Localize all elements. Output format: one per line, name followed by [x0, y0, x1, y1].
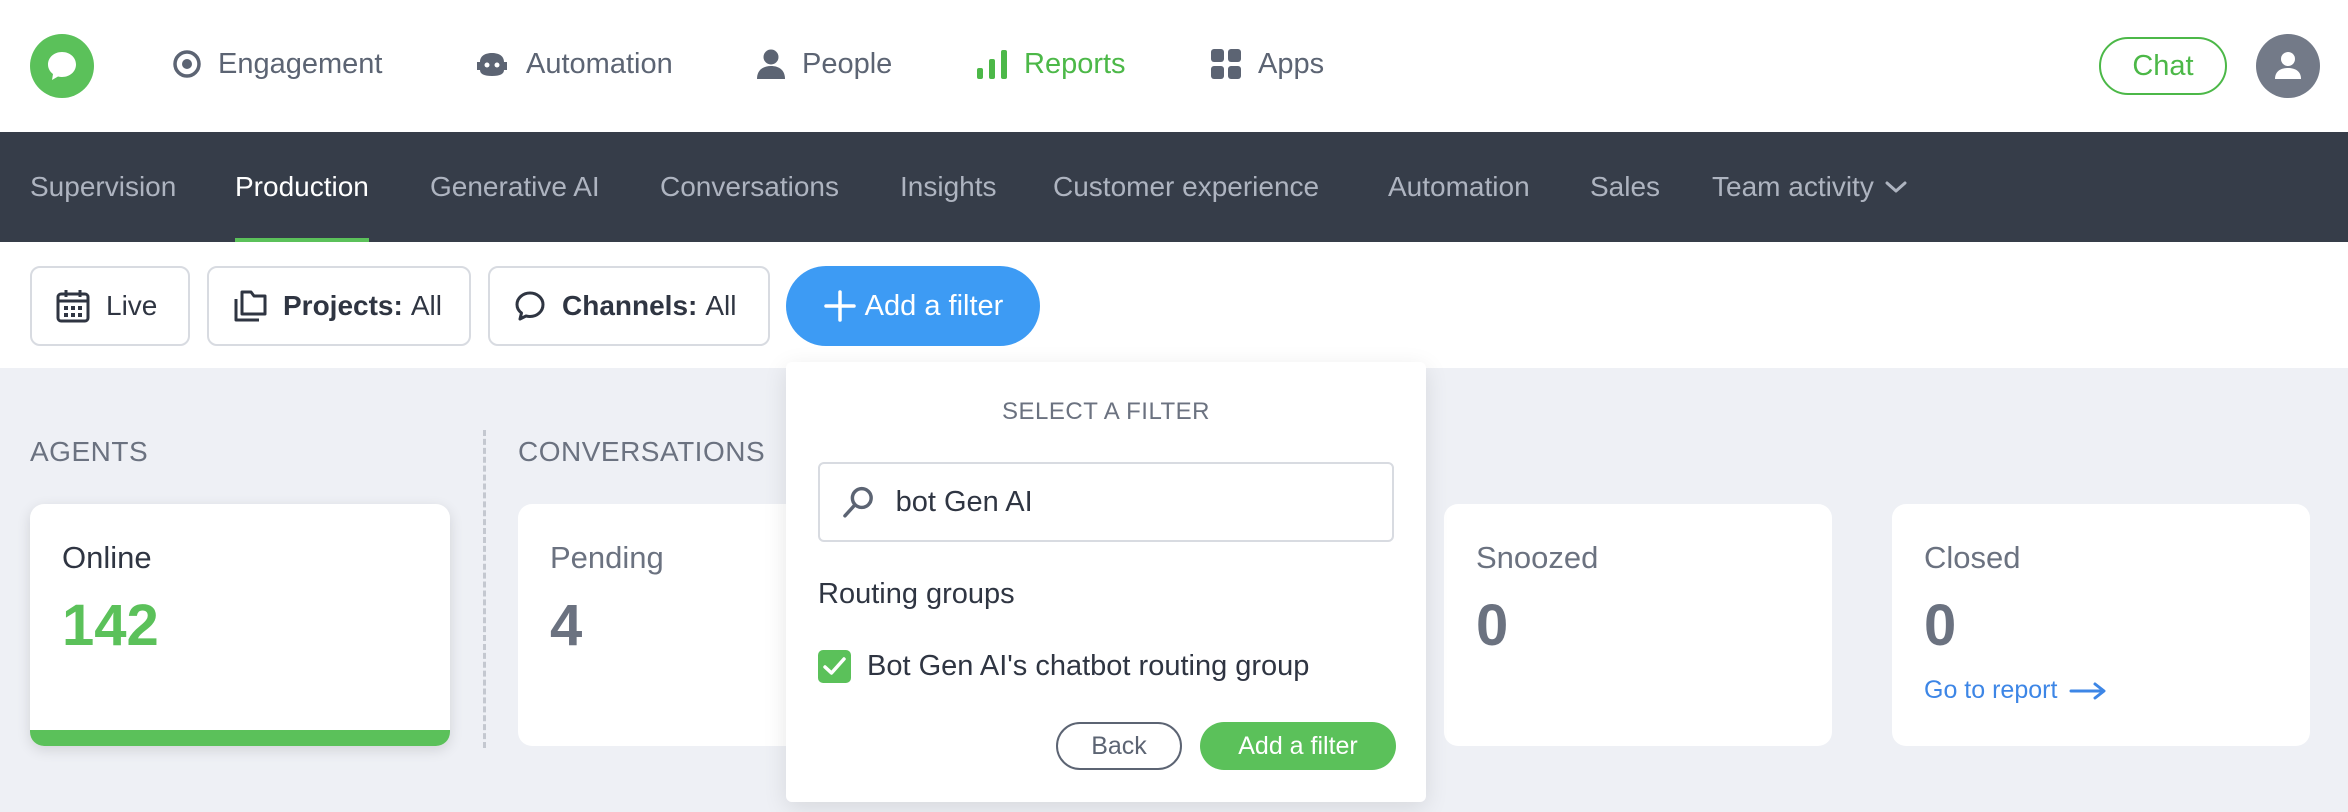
go-to-report-label: Go to report — [1924, 676, 2058, 704]
speech-bubble-icon — [515, 291, 545, 321]
plus-icon — [823, 290, 856, 322]
tab-customer-experience[interactable]: Customer experience — [1053, 132, 1319, 242]
nav-automation[interactable]: Automation — [474, 40, 673, 88]
channels-filter-key: Channels: — [562, 290, 698, 321]
filter-search-box[interactable] — [818, 462, 1394, 542]
pending-count: 4 — [550, 593, 583, 658]
user-icon — [2275, 52, 2301, 79]
live-filter-label: Live — [106, 290, 158, 321]
nav-people[interactable]: People — [756, 40, 892, 88]
filter-search-input[interactable] — [895, 485, 1370, 519]
nav-people-label: People — [802, 47, 893, 80]
closed-count: 0 — [1924, 593, 1957, 658]
calendar-icon — [56, 290, 90, 323]
nav-apps-label: Apps — [1258, 47, 1325, 80]
agents-section-title: AGENTS — [30, 436, 149, 467]
tab-team-activity-label: Team activity — [1712, 171, 1874, 202]
target-icon — [173, 50, 201, 78]
tab-conversations[interactable]: Conversations — [660, 132, 839, 242]
filter-bar: Live Projects: All Channels: All Add a f… — [0, 242, 2348, 368]
nav-reports-label: Reports — [1024, 47, 1126, 80]
tab-production[interactable]: Production — [235, 132, 369, 242]
online-label: Online — [62, 540, 152, 575]
back-button[interactable]: Back — [1056, 722, 1182, 770]
projects-filter-key: Projects: — [283, 290, 403, 321]
snoozed-count: 0 — [1476, 593, 1509, 658]
chat-button[interactable]: Chat — [2099, 37, 2227, 95]
nav-automation-label: Automation — [526, 47, 673, 80]
tab-team-activity[interactable]: Team activity — [1712, 132, 1908, 242]
tab-insights[interactable]: Insights — [900, 132, 997, 242]
tab-sales[interactable]: Sales — [1590, 132, 1660, 242]
conversations-section-title: CONVERSATIONS — [518, 436, 766, 467]
folders-icon — [234, 290, 267, 322]
closed-card[interactable]: Closed 0 Go to report — [1892, 504, 2310, 746]
tab-automation[interactable]: Automation — [1388, 132, 1530, 242]
search-icon — [843, 486, 873, 518]
nav-apps[interactable]: Apps — [1210, 40, 1324, 88]
go-to-report-link[interactable]: Go to report — [1924, 676, 2107, 705]
online-agents-card[interactable]: Online 142 — [30, 504, 450, 746]
tab-supervision[interactable]: Supervision — [30, 132, 176, 242]
popup-title: SELECT A FILTER — [1001, 398, 1211, 425]
top-navigation: Engagement Automation People Reports App… — [0, 0, 2348, 132]
add-filter-label: Add a filter — [864, 289, 1004, 322]
live-filter-button[interactable]: Live — [30, 266, 190, 346]
online-count: 142 — [62, 593, 159, 658]
bar-chart-icon — [977, 50, 1007, 79]
closed-label: Closed — [1924, 540, 2021, 575]
person-icon — [757, 49, 785, 79]
channels-filter-value: All — [705, 290, 737, 321]
nav-engagement-label: Engagement — [218, 47, 383, 80]
chat-bubble-icon — [48, 52, 76, 80]
pending-label: Pending — [550, 540, 664, 575]
projects-filter-button[interactable]: Projects: All — [207, 266, 471, 346]
routing-group-option[interactable]: Bot Gen AI's chatbot routing group — [818, 650, 1309, 683]
grid-icon — [1211, 49, 1241, 79]
add-filter-button[interactable]: Add a filter — [786, 266, 1040, 346]
online-status-bar — [30, 730, 450, 746]
routing-group-option-label: Bot Gen AI's chatbot routing group — [867, 650, 1310, 682]
snoozed-card[interactable]: Snoozed 0 — [1444, 504, 1832, 746]
app-logo[interactable] — [30, 34, 94, 98]
nav-reports[interactable]: Reports — [976, 40, 1126, 88]
apply-filter-button[interactable]: Add a filter — [1200, 722, 1396, 770]
channels-filter-button[interactable]: Channels: All — [488, 266, 770, 346]
routing-group-checkbox[interactable] — [818, 650, 851, 683]
select-filter-popup: SELECT A FILTER Routing groups Bot Gen A… — [786, 362, 1426, 802]
section-divider — [483, 430, 486, 748]
arrow-right-icon — [2069, 682, 2106, 699]
user-avatar[interactable] — [2256, 34, 2320, 98]
projects-filter-value: All — [410, 290, 442, 321]
robot-icon — [477, 53, 507, 76]
nav-engagement[interactable]: Engagement — [172, 40, 382, 88]
reports-subnavigation: Supervision Production Generative AI Con… — [0, 132, 2348, 242]
chevron-down-icon — [1885, 181, 1907, 193]
routing-groups-title: Routing groups — [818, 578, 1015, 610]
tab-generative-ai[interactable]: Generative AI — [430, 132, 600, 242]
checkmark-icon — [823, 657, 846, 675]
snoozed-label: Snoozed — [1476, 540, 1599, 575]
